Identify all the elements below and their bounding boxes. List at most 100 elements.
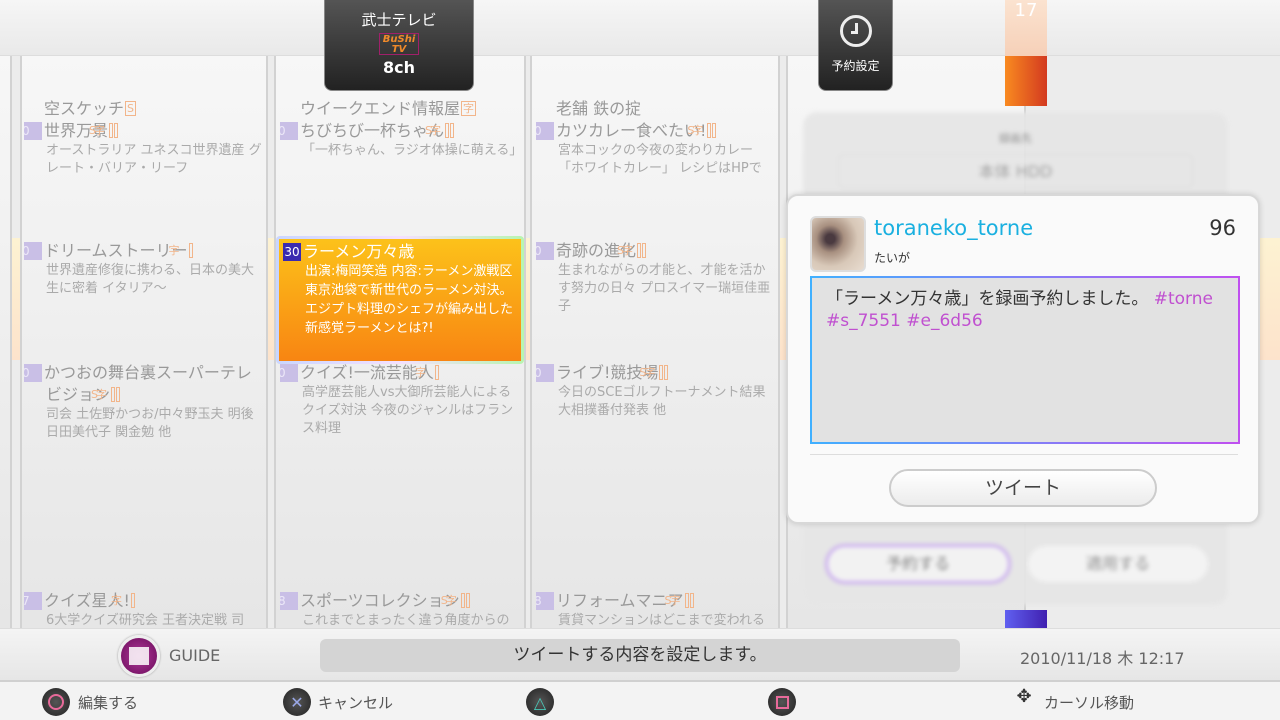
square-button-icon	[768, 688, 796, 716]
previous-program[interactable]: 老舗 鉄の掟	[556, 98, 781, 120]
apply-button[interactable]: 適用する	[1028, 546, 1208, 582]
hint-cursor-move: カーソル移動	[1044, 694, 1135, 712]
username: toraneko_torne	[874, 216, 1034, 240]
program-description: 出演:梅岡笑造 内容:ラーメン激戦区東京池袋で新世代のラーメン対決。エジプト料理…	[305, 264, 514, 336]
badge-stereo: S	[665, 593, 689, 608]
time-indicator-bottom	[1005, 610, 1047, 628]
badge-subtitle: 字	[430, 123, 455, 138]
program-cell[interactable]: 30奇跡の進化S字生まれながらの才能と、才能を活かす努力の日々 プロスイマー瑞垣…	[536, 240, 774, 316]
destination-label: 録画先	[999, 132, 1032, 145]
program-cell[interactable]: 00かつおの舞台裏スーパーテレビジョンS字司会 土佐野かつお/中々野玉夫 明後日…	[24, 362, 262, 442]
program-description: 生まれながらの才能と、才能を活かす努力の日々 プロスイマー瑞垣佳亜子	[558, 263, 771, 314]
program-description: 司会 土佐野かつお/中々野玉夫 明後日田美代子 関金勉 他	[46, 407, 254, 440]
selected-program[interactable]: 30 ラーメン万々歳 出演:梅岡笑造 内容:ラーメン激戦区東京池袋で新世代のラーメ…	[276, 236, 524, 364]
dpad-icon: ✥	[1016, 686, 1032, 707]
badge-stereo: S	[91, 387, 116, 402]
channel-tab[interactable]: 武士テレビ BuShi TV 8ch	[324, 0, 474, 91]
display-name: たいが	[874, 251, 911, 265]
badge-subtitle: 字	[415, 365, 439, 380]
minute-badge: 58	[280, 592, 298, 610]
reserve-settings-tab[interactable]: 予約設定	[818, 0, 893, 91]
footer-bar: GUIDE ツイートする内容を設定します。 2010/11/18 木 12:17	[0, 628, 1280, 682]
program-cell[interactable]: 00ちびちび一杯ちゃんS字「一杯ちゃん、ラジオ体操に萌える」	[280, 120, 520, 160]
avatar	[810, 216, 866, 272]
badge-stereo: S	[125, 101, 136, 116]
program-cell[interactable]: 00世界万景S字オーストラリア ユネスコ世界遺産 グレート・バリア・リーフ	[24, 120, 262, 178]
time-indicator	[1005, 56, 1047, 106]
badge-subtitle: 字	[96, 387, 121, 402]
program-title: ドリームストーリー	[44, 241, 188, 260]
datetime: 2010/11/18 木 12:17	[1020, 649, 1185, 668]
reserve-button[interactable]: 予約する	[825, 544, 1011, 584]
minute-badge: 00	[24, 122, 42, 140]
minute-badge: 30	[24, 242, 42, 260]
program-cell[interactable]: 00カツカレー食べたい!S字宮本コックの今夜の変わりカレー「ホワイトカレー」 レ…	[536, 120, 774, 178]
badge-stereo: S	[441, 593, 465, 608]
channel-column-partial	[0, 56, 12, 628]
program-title: ラーメン万々歳	[303, 242, 415, 261]
minute-badge: 30	[536, 242, 554, 260]
minute-badge: 58	[536, 592, 554, 610]
badge-subtitle: 字	[670, 593, 694, 608]
badge-stereo: S	[687, 123, 712, 138]
badge-subtitle: 字	[622, 243, 647, 258]
program-cell[interactable]: 58スポーツコレクションS字これまでとまったく違う角度からの	[280, 590, 520, 626]
badge-subtitle: 字	[94, 123, 119, 138]
badge-stereo: S	[617, 243, 642, 258]
program-title: かつおの舞台裏スーパーテレビジョン	[44, 363, 252, 404]
minute-badge: 30	[283, 243, 301, 261]
tweet-button[interactable]: ツイート	[889, 469, 1157, 507]
badge-subtitle: 字	[111, 593, 135, 608]
program-title: スポーツコレクション	[300, 591, 460, 610]
tweet-dialog: toraneko_torne たいが 96 「ラーメン万々歳」を録画予約しました…	[786, 194, 1260, 524]
badge-subtitle: 字	[692, 123, 717, 138]
status-message: ツイートする内容を設定します。	[320, 639, 960, 672]
previous-program[interactable]: 空スケッチ S	[44, 98, 269, 120]
program-description: 6大学クイズ研究会 王者決定戦 司	[46, 613, 245, 626]
program-description: 今日のSCEゴルフトーナメント結果 大相撲番付発表 他	[558, 385, 766, 418]
channel-number: 8ch	[382, 58, 415, 77]
triangle-button-icon: △	[526, 688, 554, 716]
program-cell[interactable]: 00クイズ!一流芸能人字高学歴芸能人vs大御所芸能人によるクイズ対決 今夜のジャ…	[280, 362, 520, 438]
circle-button-icon	[42, 688, 70, 716]
program-cell[interactable]: 00ライブ!競技場S字今日のSCEゴルフトーナメント結果 大相撲番付発表 他	[536, 362, 774, 420]
badge-stereo: S	[639, 365, 664, 380]
program-description: これまでとまったく違う角度からの	[302, 613, 510, 626]
guide-label: GUIDE	[169, 646, 221, 665]
program-description: 宮本コックの今夜の変わりカレー「ホワイトカレー」 レシピはHPで	[558, 143, 762, 176]
reserve-settings-label: 予約設定	[831, 59, 880, 73]
program-description: 高学歴芸能人vs大御所芸能人によるクイズ対決 今夜のジャンルはフランス料理	[302, 385, 514, 436]
program-description: 賃貸マンションはどこまで変われる	[558, 613, 765, 626]
clock-icon	[839, 15, 872, 47]
minute-badge: 00	[536, 364, 554, 382]
program-description: オーストラリア ユネスコ世界遺産 グレート・バリア・リーフ	[46, 143, 262, 176]
minute-badge: 00	[24, 364, 42, 382]
program-title: カツカレー食べたい!	[556, 121, 707, 140]
badge-stereo: S	[425, 123, 450, 138]
program-cell[interactable]: 58リフォームマニアS字賃貸マンションはどこまで変われる	[536, 590, 774, 626]
destination-select[interactable]: 本体 HDD	[838, 154, 1193, 188]
minute-badge: 00	[280, 122, 298, 140]
hour-label: 17	[1005, 0, 1047, 56]
tweet-text-input[interactable]: 「ラーメン万々歳」を録画予約しました。 #torne #s_7551 #e_6d…	[810, 276, 1240, 444]
channel-logo: BuShi TV	[379, 33, 419, 55]
channel-name: 武士テレビ	[361, 11, 437, 29]
hint-edit: 編集する	[78, 694, 139, 712]
program-description: 世界遺産修復に携わる、日本の美大生に密着 イタリア〜	[46, 263, 255, 296]
program-cell[interactable]: 57クイズ星人!字6大学クイズ研究会 王者決定戦 司	[24, 590, 262, 626]
badge-subtitle: 字	[644, 365, 669, 380]
previous-program[interactable]: ウイークエンド情報屋字	[300, 98, 525, 120]
guide-icon[interactable]	[118, 635, 160, 677]
badge-subtitle: 字	[169, 243, 193, 258]
divider	[810, 454, 1238, 455]
program-cell[interactable]: 30ドリームストーリー字世界遺産修復に携わる、日本の美大生に密着 イタリア〜	[24, 240, 262, 298]
minute-badge: 00	[536, 122, 554, 140]
cross-button-icon: ✕	[283, 688, 311, 716]
header-band	[0, 0, 1280, 56]
program-title: クイズ!一流芸能人	[300, 363, 434, 382]
char-count: 96	[1209, 216, 1236, 240]
minute-badge: 00	[280, 364, 298, 382]
badge-stereo: S	[89, 123, 114, 138]
hint-cancel: キャンセル	[318, 694, 394, 712]
program-title: ちびちび一杯ちゃん	[300, 121, 445, 140]
